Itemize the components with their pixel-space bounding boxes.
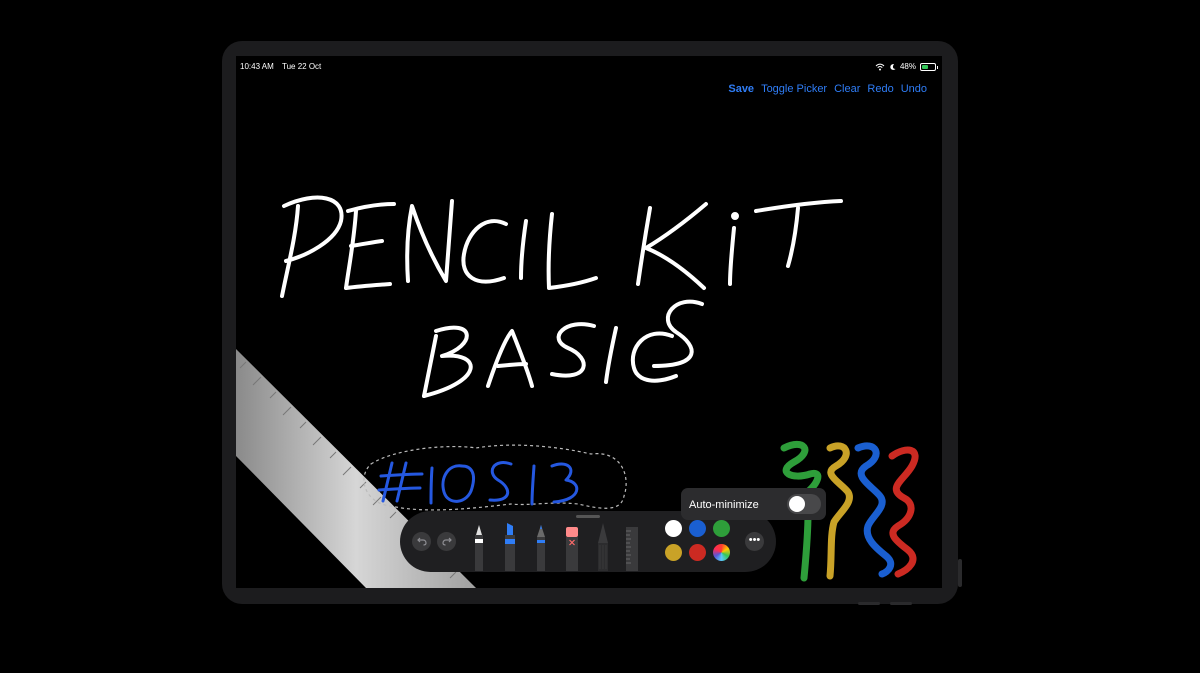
volume-button (958, 559, 962, 587)
handwriting-basics (422, 299, 704, 398)
color-white-swatch[interactable] (665, 520, 682, 537)
tool-picker: ••• (400, 511, 776, 572)
pen-tool[interactable] (472, 525, 486, 571)
auto-minimize-popover: Auto-minimize (681, 488, 826, 520)
clear-button[interactable]: Clear (834, 83, 860, 95)
toggle-knob (789, 496, 805, 512)
power-button-bottom-right (890, 602, 912, 605)
power-button-bottom-left (858, 602, 880, 605)
pencil-tool[interactable] (534, 525, 548, 571)
status-date: Tue 22 Oct (282, 62, 322, 71)
undo-icon (416, 537, 427, 546)
battery-icon (920, 62, 938, 71)
battery-percent: 48% (899, 62, 916, 71)
moon-icon (890, 63, 896, 70)
status-right: 48% (875, 62, 938, 71)
ruler-tool[interactable] (626, 527, 638, 571)
handwriting-pencilkit (280, 195, 843, 298)
color-green-swatch[interactable] (713, 520, 730, 537)
more-options-button[interactable]: ••• (745, 532, 764, 551)
tool-picker-grabber[interactable] (576, 515, 600, 518)
auto-minimize-toggle[interactable] (787, 494, 821, 514)
status-time: 10:43 AM (240, 62, 274, 71)
toggle-picker-button[interactable]: Toggle Picker (761, 83, 827, 95)
undo-button[interactable]: Undo (901, 83, 927, 95)
status-bar: 10:43 AM Tue 22 Oct 48% (240, 62, 938, 74)
redo-icon (441, 537, 452, 546)
screen: 10:43 AM Tue 22 Oct 48% Save Toggle Pick… (236, 56, 942, 588)
ellipsis-icon: ••• (748, 534, 761, 546)
lasso-tool[interactable] (596, 523, 610, 571)
save-button[interactable]: Save (728, 83, 754, 95)
color-yellow-swatch[interactable] (665, 544, 682, 561)
redo-button[interactable]: Redo (867, 83, 893, 95)
drawing-canvas[interactable] (236, 56, 942, 588)
color-picker-icon[interactable] (713, 544, 730, 561)
eraser-tool[interactable] (565, 527, 579, 571)
color-blue-swatch[interactable] (689, 520, 706, 537)
undo-tool-button[interactable] (412, 532, 431, 551)
handwriting-ios13 (377, 461, 579, 506)
marker-tool[interactable] (503, 523, 517, 571)
nav-bar: Save Toggle Picker Clear Redo Undo (728, 83, 927, 95)
auto-minimize-label: Auto-minimize (689, 499, 759, 511)
color-red-swatch[interactable] (689, 544, 706, 561)
redo-tool-button[interactable] (437, 532, 456, 551)
wifi-icon (875, 63, 885, 70)
